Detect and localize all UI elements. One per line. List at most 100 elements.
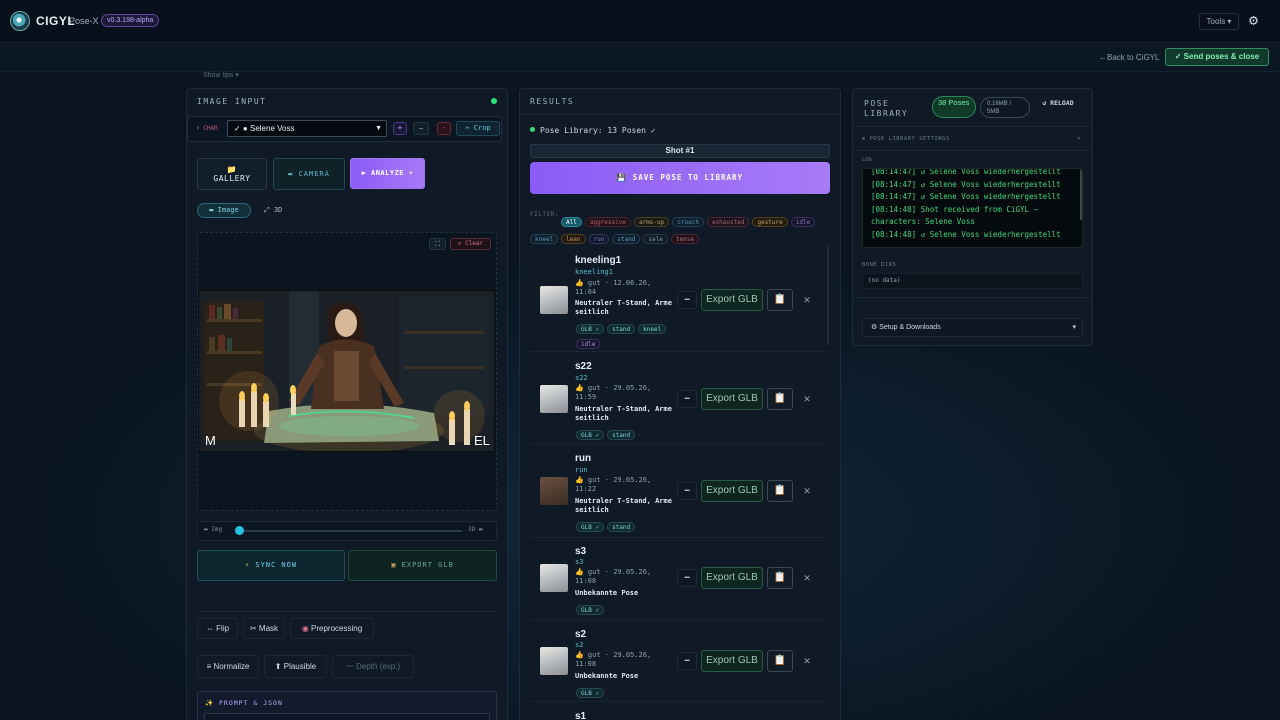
log-line: [08:14:47] ↺ Selene Voss wiederhergestel…: [871, 168, 1061, 176]
save-pose-label: SAVE POSE TO LIBRARY: [632, 173, 744, 182]
library-settings-toggle[interactable]: ▪ POSE LIBRARY SETTINGS ▾: [862, 131, 1083, 147]
fullscreen-icon[interactable]: ⛶: [429, 238, 446, 250]
close-icon[interactable]: ✕: [797, 650, 817, 672]
folder-icon: 📁: [226, 165, 238, 174]
tag-glb: GLB ✓: [576, 430, 605, 440]
prompt-json-title: ✨ PROMPT & JSON: [205, 699, 283, 707]
prompt-input[interactable]: [204, 713, 490, 720]
bone-dirs-value: (no data): [862, 273, 1083, 289]
results-title: RESULTS: [530, 97, 575, 106]
preprocessing-button[interactable]: ◉ Preprocessing: [290, 618, 374, 639]
pose-description: Neutraler T-Stand, Arme seitlich: [575, 497, 672, 514]
app-logo-icon: [10, 11, 30, 31]
clipboard-icon[interactable]: 📋: [767, 567, 793, 589]
reload-button[interactable]: ↺ RELOAD: [1040, 99, 1076, 108]
mode-3d-toggle[interactable]: ⤢ 3D: [264, 206, 282, 215]
log-line: [08:14:48] Shot received from CiGYL — ch…: [871, 204, 1039, 227]
pose-menu-button[interactable]: ━: [677, 652, 697, 670]
chevron-down-icon: ▾: [1072, 324, 1076, 331]
add-character-button[interactable]: +: [393, 122, 407, 135]
close-icon[interactable]: ✕: [797, 388, 817, 410]
show-tips-toggle[interactable]: Show tips ▾: [203, 71, 239, 79]
camera-label: CAMERA: [298, 170, 330, 178]
box-icon: ▣: [391, 561, 397, 569]
remove-character-button[interactable]: -: [437, 122, 451, 135]
tools-menu-button[interactable]: Tools ▾: [1199, 13, 1239, 30]
filter-lean[interactable]: lean: [561, 234, 586, 244]
clipboard-icon[interactable]: 📋: [767, 289, 793, 311]
filter-tense[interactable]: tense: [670, 234, 699, 244]
library-status: Pose Library: 13 Posen ✓: [540, 126, 656, 135]
mode-image-toggle[interactable]: ▬ Image: [197, 203, 251, 218]
pose-tags: GLB ✓ stand: [576, 425, 686, 440]
log-label: LOG: [862, 157, 872, 163]
plausible-button[interactable]: ⬆ Plausible: [264, 655, 327, 678]
image-corner-label-left: M: [205, 433, 216, 448]
pose-menu-button[interactable]: ━: [677, 291, 697, 309]
filter-stand[interactable]: stand: [612, 234, 641, 244]
minimize-character-button[interactable]: —: [413, 122, 429, 135]
pose-name[interactable]: s1: [575, 711, 586, 720]
clipboard-icon[interactable]: 📋: [767, 480, 793, 502]
pose-export-glb-button[interactable]: Export GLB: [701, 289, 763, 311]
log-scrollbar[interactable]: [1080, 170, 1082, 220]
filter-run[interactable]: run: [588, 234, 610, 244]
pose-thumbnail: [540, 385, 568, 413]
pose-menu-button[interactable]: ━: [677, 390, 697, 408]
export-glb-button[interactable]: ▣ EXPORT GLB: [348, 550, 497, 581]
gear-icon[interactable]: ⚙: [1249, 12, 1258, 29]
log-line: [08:14:47] ↺ Selene Voss wiederhergestel…: [871, 192, 1061, 201]
plausible-label: Plausible: [283, 662, 317, 671]
analyze-button[interactable]: ▶ ANALYZE ▾: [350, 158, 425, 189]
send-poses-button[interactable]: ✓ Send poses & close: [1165, 48, 1269, 66]
library-settings-label: POSE LIBRARY SETTINGS: [869, 136, 950, 142]
pose-id: kneeling1: [575, 268, 613, 276]
crop-button[interactable]: ✂ Crop: [456, 121, 500, 136]
pose-menu-button[interactable]: ━: [677, 569, 697, 587]
image-corner-label-right: EL: [474, 433, 490, 448]
pose-export-glb-button[interactable]: Export GLB: [701, 480, 763, 502]
filter-sale[interactable]: sale: [643, 234, 668, 244]
mode-image-label: Image: [217, 206, 239, 214]
log-output[interactable]: [08:14:47] ↺ Selene Voss wiederhergestel…: [862, 168, 1083, 248]
pose-export-glb-button[interactable]: Export GLB: [701, 650, 763, 672]
save-pose-button[interactable]: 💾 SAVE POSE TO LIBRARY: [530, 162, 830, 194]
tag-stand: stand: [607, 430, 636, 440]
clipboard-icon[interactable]: 📋: [767, 650, 793, 672]
clear-image-button[interactable]: ✕ Clear: [450, 238, 491, 250]
camera-button[interactable]: ▬ CAMERA: [273, 158, 345, 190]
pose-rating-date: 👍 gut · 12.06.26, 11:04: [575, 279, 652, 296]
wand-icon: ⤢: [264, 206, 270, 214]
pose-export-glb-button[interactable]: Export GLB: [701, 388, 763, 410]
slider-track[interactable]: [240, 530, 462, 532]
close-icon[interactable]: ✕: [797, 480, 817, 502]
log-line: [08:14:48] ↺ Selene Voss wiederhergestel…: [871, 229, 1061, 239]
version-badge: v0.3.198-alpha: [101, 14, 160, 27]
sync-now-button[interactable]: ⚡ SYNC NOW: [197, 550, 345, 581]
pose-tags: GLB ✓ stand: [576, 517, 686, 532]
flip-button[interactable]: ⇔ Flip: [197, 618, 238, 639]
results-scrollbar[interactable]: [827, 245, 829, 345]
pose-tags: GLB ✓: [576, 683, 686, 698]
back-link[interactable]: ←Back to CiGYL: [1099, 53, 1159, 62]
mask-button[interactable]: ✂ Mask: [243, 618, 285, 639]
clipboard-icon[interactable]: 📋: [767, 388, 793, 410]
pose-library-title-2: LIBRARY: [864, 109, 909, 118]
close-icon[interactable]: ✕: [797, 567, 817, 589]
filter-kneel[interactable]: kneel: [530, 234, 559, 244]
character-select[interactable]: ✓ ● Selene Voss ▼: [227, 120, 387, 137]
pose-export-glb-button[interactable]: Export GLB: [701, 567, 763, 589]
normalize-label: Normalize: [213, 662, 250, 671]
slider-handle[interactable]: [235, 526, 244, 535]
tag-glb: GLB ✓: [576, 605, 605, 615]
pose-menu-button[interactable]: ━: [677, 482, 697, 500]
tag-stand: stand: [607, 522, 636, 532]
plausible-icon: ⬆: [274, 662, 282, 671]
setup-downloads-toggle[interactable]: ⚙ Setup & Downloads ▾: [862, 318, 1083, 337]
pose-id: s22: [575, 374, 588, 382]
close-icon[interactable]: ✕: [797, 289, 817, 311]
chevron-down-icon: ▼: [375, 125, 382, 132]
depth-button[interactable]: 〰 Depth (exp.): [332, 655, 414, 678]
normalize-button[interactable]: ≡ Normalize: [197, 655, 259, 678]
gallery-button[interactable]: 📁 GALLERY: [197, 158, 267, 190]
